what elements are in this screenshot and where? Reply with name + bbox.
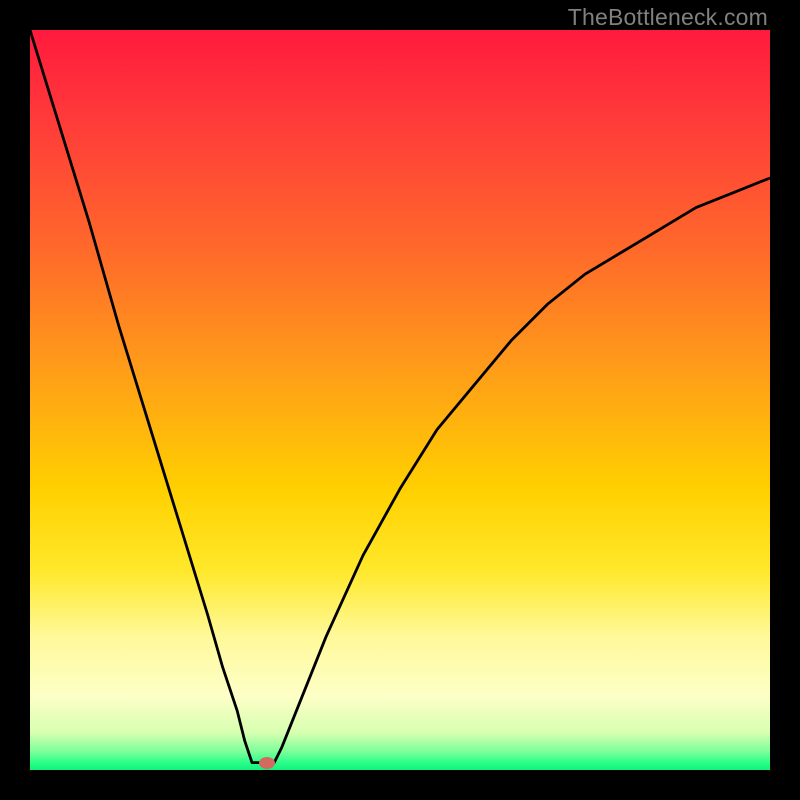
minimum-marker-icon bbox=[259, 757, 275, 769]
watermark-text: TheBottleneck.com bbox=[568, 4, 768, 31]
curve-svg bbox=[30, 30, 770, 770]
chart-frame: TheBottleneck.com bbox=[0, 0, 800, 800]
plot-area bbox=[30, 30, 770, 770]
bottleneck-curve-path bbox=[30, 30, 770, 763]
